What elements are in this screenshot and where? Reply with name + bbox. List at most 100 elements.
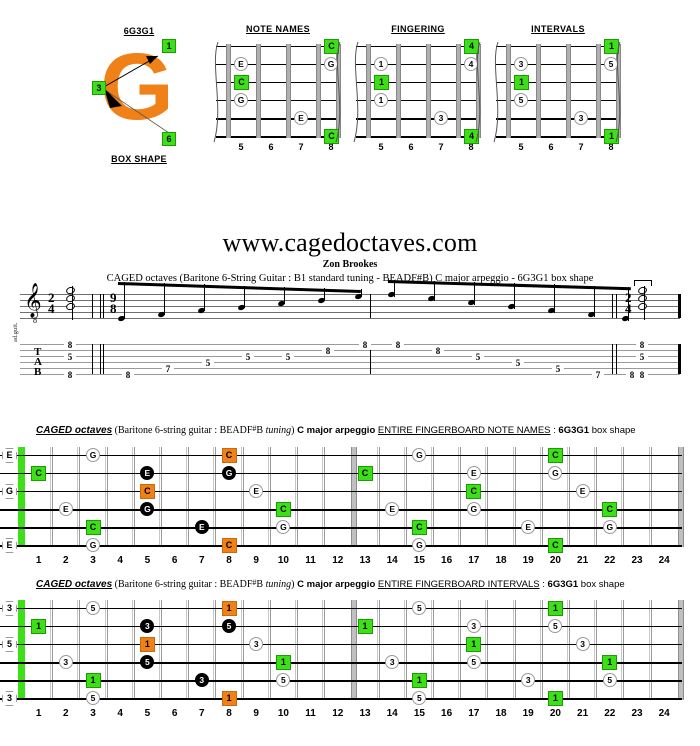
fret-line <box>514 447 516 547</box>
fret-number: 6 <box>171 708 178 719</box>
note-marker: E <box>521 520 536 534</box>
fret-line-shadow <box>295 447 296 547</box>
fret-number: 2 <box>63 555 69 566</box>
note-marker-black: G <box>222 466 236 480</box>
opening-chord-tab: 5 <box>64 352 76 362</box>
fret-number: 11 <box>305 708 316 719</box>
header-colon: : <box>539 579 548 590</box>
note-marker-green: 1 <box>602 654 618 670</box>
time-sig-bottom: 4 <box>48 301 55 316</box>
note-stem <box>514 283 515 309</box>
header-section-label: ENTIRE FINGERBOARD INTERVALS <box>377 579 540 590</box>
fret-line-shadow <box>159 600 160 700</box>
fret-line <box>297 447 298 547</box>
fret-number: 22 <box>604 708 616 719</box>
note-marker-black: E <box>140 466 155 480</box>
note-marker-green: C <box>602 501 618 517</box>
mini-diagram-title: FINGERING <box>391 24 445 34</box>
logo-label-6: 6 <box>162 132 176 146</box>
fret-line <box>106 600 108 700</box>
note-marker: 3 <box>466 619 481 633</box>
note-marker-black: 3 <box>140 619 155 633</box>
fret-number: 11 <box>305 555 316 566</box>
fretboard-note-names[interactable]: EGEGCGCCEGCEGCECEEGCEGCCEGCEGGCGC1234567… <box>0 447 700 572</box>
fret-line-shadow <box>376 447 378 547</box>
fret-number: 10 <box>277 708 289 719</box>
fret-line-shadow <box>159 447 160 547</box>
pickup-time-signature: 98 <box>110 291 117 315</box>
nut <box>18 600 25 700</box>
fret-number: 12 <box>332 708 344 719</box>
header-tuning-paren: (Baritone 6-string guitar : BEADF <box>114 425 253 436</box>
string-line <box>0 662 682 664</box>
chord-notehead <box>637 301 648 312</box>
note-marker-green: 1 <box>357 618 373 634</box>
fret-line-shadow <box>104 600 106 700</box>
fret-line <box>242 600 244 700</box>
fret-line <box>405 600 407 700</box>
note-stem <box>204 284 205 311</box>
fret-number: 24 <box>658 708 670 719</box>
fret-number: 5 <box>144 555 151 566</box>
fretboard-edge-curves <box>353 41 481 143</box>
mini-diagram-intervals: INTERVALS 5 6 7 8 1 3 5 1 5 3 1 <box>488 24 628 153</box>
note-marker-green: 1 <box>411 672 427 688</box>
fret-line-shadow <box>240 447 242 547</box>
note-marker-green: 1 <box>275 654 291 670</box>
fret-line-shadow <box>322 600 324 700</box>
fret-line <box>52 600 54 700</box>
note-marker-green: C <box>357 465 373 481</box>
note-marker: E <box>58 502 73 516</box>
descending-tab-number: 8 <box>392 340 404 350</box>
fret-line <box>514 600 516 700</box>
note-marker: 3 <box>385 655 400 669</box>
fret-line-shadow <box>50 447 52 547</box>
header-section-label: ENTIRE FINGERBOARD NOTE NAMES <box>377 425 551 436</box>
header-arpeggio-label: C major arpeggio <box>297 579 376 590</box>
tab-letter: B <box>34 366 42 378</box>
note-marker: G <box>602 520 617 534</box>
fret-line-shadow <box>539 447 541 547</box>
fret-line <box>215 600 217 700</box>
note-marker-green: C <box>85 519 101 535</box>
note-marker-green: C <box>466 483 482 499</box>
fret-line-shadow <box>512 447 514 547</box>
fret-line <box>106 447 108 547</box>
ascending-tab-number: 8 <box>322 346 334 356</box>
string-line <box>0 473 682 474</box>
fret-line <box>324 447 326 547</box>
note-marker-black: 3 <box>194 673 209 687</box>
note-stem <box>628 286 629 321</box>
fret-number: 3 <box>90 708 96 719</box>
note-stem <box>361 289 362 297</box>
chord-stem <box>72 286 73 320</box>
note-marker: 3 <box>521 673 536 687</box>
open-string-marker: 5 <box>2 637 17 652</box>
fret-line-shadow <box>539 600 541 700</box>
note-marker: 5 <box>602 673 617 687</box>
fret-line <box>433 447 434 547</box>
header-tuning-paren: (Baritone 6-string guitar : BEADF <box>114 579 253 590</box>
note-marker: G <box>86 538 100 552</box>
barline <box>612 294 613 318</box>
fret-line-shadow <box>77 447 79 547</box>
fermata-bracket <box>634 280 652 286</box>
site-author: Zon Brookes <box>322 259 378 270</box>
note-marker-orange: 1 <box>221 600 237 616</box>
fret-number: 14 <box>386 708 398 719</box>
fret-line-shadow <box>594 600 596 700</box>
fretboard-intervals[interactable]: 3535151135135131335135113513551511234567… <box>0 600 700 725</box>
fret-number: 9 <box>253 555 259 566</box>
descending-tab-number: 8 <box>626 370 638 380</box>
note-marker: 3 <box>575 637 590 651</box>
mini-diagram-title: INTERVALS <box>531 24 585 34</box>
open-string-marker: 3 <box>2 691 17 706</box>
string-line <box>0 527 682 529</box>
open-string-marker: G <box>2 484 17 499</box>
fret-line-shadow <box>186 447 188 547</box>
fret-line <box>133 600 135 700</box>
fret-line <box>405 447 407 547</box>
fret-line <box>215 447 217 547</box>
note-marker: G <box>548 466 563 480</box>
descending-tab-number: 8 <box>432 346 444 356</box>
